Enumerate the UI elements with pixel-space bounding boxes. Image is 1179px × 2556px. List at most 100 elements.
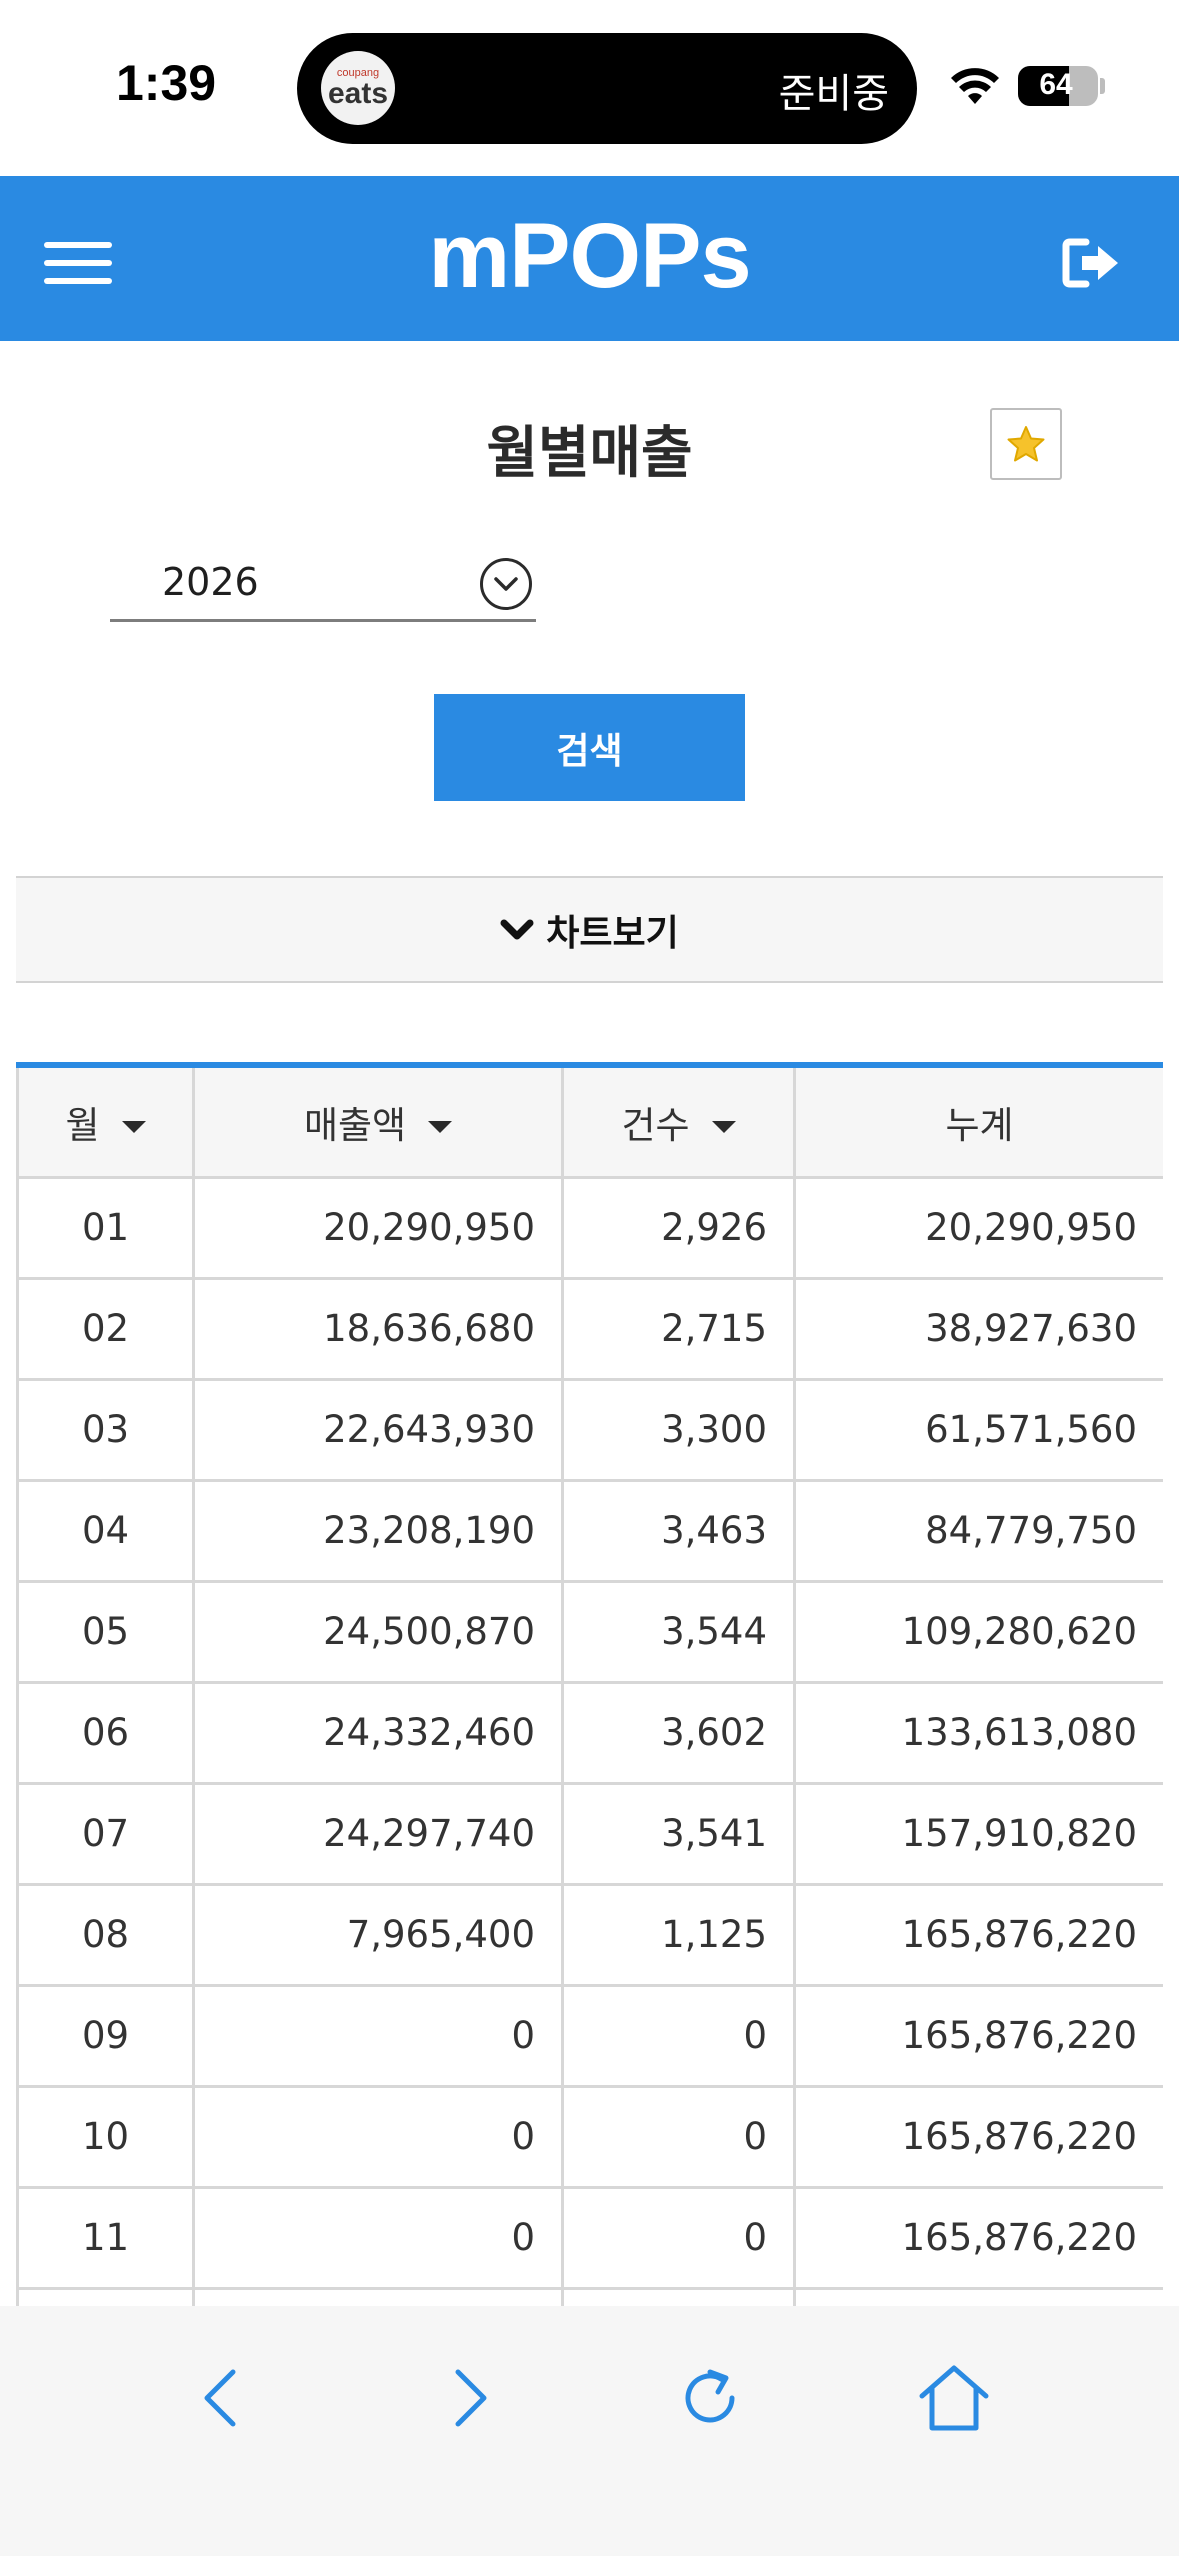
cell-sales bbox=[192, 2286, 564, 2306]
reload-icon[interactable] bbox=[670, 2358, 750, 2438]
cell-count: 0 bbox=[561, 1983, 796, 2088]
table-header-row: 월 매출액 건수 누계 bbox=[16, 1062, 1163, 1179]
table-row: 04 23,208,190 3,463 84,779,750 bbox=[16, 1478, 1163, 1583]
cell-month: 03 bbox=[16, 1377, 195, 1482]
header-count-label: 건수 bbox=[621, 1103, 690, 1147]
cell-sales: 24,297,740 bbox=[192, 1781, 564, 1886]
cell-sales: 24,500,870 bbox=[192, 1579, 564, 1684]
cell-cumulative: 84,779,750 bbox=[793, 1478, 1163, 1583]
star-icon bbox=[1007, 426, 1045, 462]
back-icon[interactable] bbox=[183, 2358, 263, 2438]
header-month[interactable]: 월 bbox=[16, 1062, 195, 1179]
cell-count: 3,544 bbox=[561, 1579, 796, 1684]
wifi-icon bbox=[951, 68, 999, 104]
table-row: 11 0 0 165,876,220 bbox=[16, 2185, 1163, 2290]
cell-month: 07 bbox=[16, 1781, 195, 1886]
logo-text-bottom: eats bbox=[327, 76, 389, 110]
table-row: 03 22,643,930 3,300 61,571,560 bbox=[16, 1377, 1163, 1482]
table-row: 08 7,965,400 1,125 165,876,220 bbox=[16, 1882, 1163, 1987]
header-cumulative: 누계 bbox=[793, 1062, 1163, 1179]
browser-toolbar bbox=[0, 2306, 1179, 2556]
cell-sales: 7,965,400 bbox=[192, 1882, 564, 1987]
table-row: 10 0 0 165,876,220 bbox=[16, 2084, 1163, 2189]
favorite-button[interactable] bbox=[990, 408, 1062, 480]
table-body: 01 20,290,950 2,926 20,290,950 02 18,636,680 2… bbox=[16, 1175, 1163, 2306]
dynamic-island: coupang eats 준비중 bbox=[297, 33, 917, 144]
cell-sales: 18,636,680 bbox=[192, 1276, 564, 1381]
table-row: 05 24,500,870 3,544 109,280,620 bbox=[16, 1579, 1163, 1684]
chevron-down-icon bbox=[480, 558, 532, 610]
cell-month: 11 bbox=[16, 2185, 195, 2290]
logout-icon[interactable] bbox=[1060, 232, 1122, 294]
table-row: 07 24,297,740 3,541 157,910,820 bbox=[16, 1781, 1163, 1886]
cell-cumulative: 20,290,950 bbox=[793, 1175, 1163, 1280]
cell-cumulative: 61,571,560 bbox=[793, 1377, 1163, 1482]
cell-count: 2,715 bbox=[561, 1276, 796, 1381]
cell-month: 01 bbox=[16, 1175, 195, 1280]
island-status-text: 준비중 bbox=[778, 71, 889, 117]
cell-month bbox=[16, 2286, 195, 2306]
app-header: mPOPs bbox=[0, 176, 1179, 341]
table-row: 02 18,636,680 2,715 38,927,630 bbox=[16, 1276, 1163, 1381]
cell-count: 3,602 bbox=[561, 1680, 796, 1785]
cell-sales: 24,332,460 bbox=[192, 1680, 564, 1785]
sales-table-container: 월 매출액 건수 누계 01 20,290,950 2,926 20,290,950 0… bbox=[16, 1062, 1163, 2306]
cell-count: 3,541 bbox=[561, 1781, 796, 1886]
cell-count: 3,300 bbox=[561, 1377, 796, 1482]
header-count[interactable]: 건수 bbox=[561, 1062, 796, 1179]
monthly-sales-table: 월 매출액 건수 누계 01 20,290,950 2,926 20,290,950 0… bbox=[16, 1062, 1163, 2306]
table-row: 06 24,332,460 3,602 133,613,080 bbox=[16, 1680, 1163, 1785]
battery-percent: 64 bbox=[1039, 68, 1073, 101]
header-sales[interactable]: 매출액 bbox=[192, 1062, 564, 1179]
year-select[interactable]: 2026 bbox=[110, 552, 536, 622]
chart-toggle-label: 차트보기 bbox=[546, 912, 679, 954]
cell-cumulative: 165,876,220 bbox=[793, 1983, 1163, 2088]
cell-cumulative: 165,876,220 bbox=[793, 2185, 1163, 2290]
cell-count: 0 bbox=[561, 2084, 796, 2189]
cell-count: 3,463 bbox=[561, 1478, 796, 1583]
cell-month: 10 bbox=[16, 2084, 195, 2189]
status-bar: 1:39 coupang eats 준비중 64 bbox=[0, 0, 1179, 176]
cell-count: 0 bbox=[561, 2185, 796, 2290]
header-sales-label: 매출액 bbox=[303, 1103, 407, 1147]
cell-sales: 23,208,190 bbox=[192, 1478, 564, 1583]
chart-toggle[interactable]: 차트보기 bbox=[16, 876, 1163, 983]
cell-sales: 0 bbox=[192, 2084, 564, 2189]
cell-month: 02 bbox=[16, 1276, 195, 1381]
cell-cumulative: 133,613,080 bbox=[793, 1680, 1163, 1785]
sort-caret-icon bbox=[428, 1121, 453, 1134]
cell-cumulative: 157,910,820 bbox=[793, 1781, 1163, 1886]
home-icon[interactable] bbox=[914, 2358, 994, 2438]
cell-sales: 0 bbox=[192, 1983, 564, 2088]
cell-month: 06 bbox=[16, 1680, 195, 1785]
sort-caret-icon bbox=[121, 1121, 146, 1134]
battery-icon: 64 bbox=[1018, 66, 1098, 106]
table-row: 09 0 0 165,876,220 bbox=[16, 1983, 1163, 2088]
cell-sales: 20,290,950 bbox=[192, 1175, 564, 1280]
cell-count bbox=[561, 2286, 796, 2306]
app-title: mPOPs bbox=[428, 205, 751, 307]
cell-month: 08 bbox=[16, 1882, 195, 1987]
cell-sales: 22,643,930 bbox=[192, 1377, 564, 1482]
status-time: 1:39 bbox=[116, 55, 217, 111]
cell-cumulative: 109,280,620 bbox=[793, 1579, 1163, 1684]
table-row: 01 20,290,950 2,926 20,290,950 bbox=[16, 1175, 1163, 1280]
table-row bbox=[16, 2286, 1163, 2306]
search-button[interactable]: 검색 bbox=[434, 694, 745, 801]
chevron-down-icon bbox=[500, 919, 534, 939]
cell-cumulative: 165,876,220 bbox=[793, 1882, 1163, 1987]
cell-cumulative: 165,876,220 bbox=[793, 2084, 1163, 2189]
cell-month: 05 bbox=[16, 1579, 195, 1684]
forward-icon[interactable] bbox=[428, 2358, 508, 2438]
cell-count: 1,125 bbox=[561, 1882, 796, 1987]
cell-sales: 0 bbox=[192, 2185, 564, 2290]
cell-count: 2,926 bbox=[561, 1175, 796, 1280]
year-value: 2026 bbox=[162, 560, 259, 604]
battery-tip bbox=[1100, 78, 1105, 94]
header-cumulative-label: 누계 bbox=[945, 1103, 1014, 1147]
header-month-label: 월 bbox=[65, 1103, 100, 1147]
cell-month: 04 bbox=[16, 1478, 195, 1583]
coupang-eats-logo: coupang eats bbox=[321, 51, 395, 125]
cell-cumulative bbox=[793, 2286, 1163, 2306]
sort-caret-icon bbox=[711, 1121, 736, 1134]
